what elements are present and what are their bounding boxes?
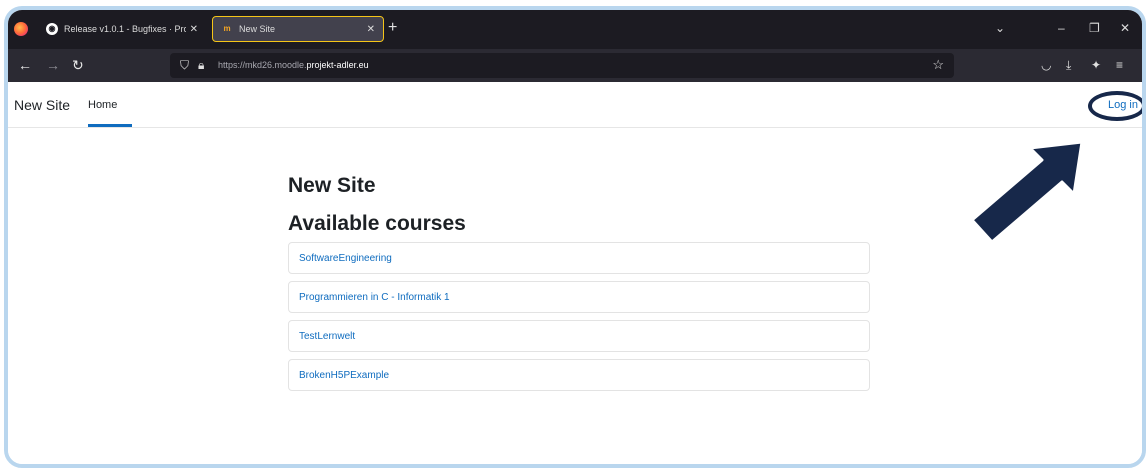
pocket-icon[interactable]: ◡ [1041, 57, 1051, 73]
screenshot-frame: ◉ Release v1.0.1 - Bugfixes · Projekt ✕ … [4, 6, 1146, 468]
new-tab-plus-icon[interactable]: + [388, 19, 397, 37]
firefox-logo-icon [14, 22, 28, 36]
url-host: projekt-adler.eu [306, 60, 369, 70]
highlight-circle [1088, 91, 1142, 121]
course-link[interactable]: TestLernwelt [299, 331, 355, 342]
page-title: New Site [288, 174, 376, 197]
nav-home[interactable]: Home [88, 99, 117, 111]
reload-icon[interactable]: ↻ [72, 57, 84, 73]
window-close-icon[interactable]: ✕ [1120, 20, 1130, 36]
close-icon[interactable]: ✕ [190, 24, 198, 35]
main-content: New Site Available courses SoftwareEngin… [288, 174, 870, 398]
tab-github-release[interactable]: ◉ Release v1.0.1 - Bugfixes · Projekt ✕ [38, 16, 206, 42]
url-bar[interactable]: ⛉ 🔒︎ https://mkd26.moodle.projekt-adler.… [170, 53, 954, 78]
course-item[interactable]: Programmieren in C - Informatik 1 [288, 281, 870, 313]
tab-label: New Site [239, 24, 276, 34]
active-nav-indicator [88, 124, 132, 127]
tab-label: Release v1.0.1 - Bugfixes · Projekt [64, 24, 186, 34]
site-header: New Site Home Log in [8, 82, 1142, 128]
course-list: SoftwareEngineering Programmieren in C -… [288, 242, 870, 391]
course-item[interactable]: BrokenH5PExample [288, 359, 870, 391]
url-prefix: https://mkd26.moodle. [218, 60, 307, 70]
extensions-icon[interactable]: ✦ [1091, 57, 1101, 73]
shield-icon[interactable]: ⛉ [180, 57, 189, 73]
restore-icon[interactable]: ❐ [1089, 20, 1100, 36]
lock-icon[interactable]: 🔒︎ [198, 57, 204, 73]
course-link[interactable]: BrokenH5PExample [299, 370, 389, 381]
course-item[interactable]: TestLernwelt [288, 320, 870, 352]
menu-icon[interactable]: ≡ [1116, 57, 1123, 73]
minimize-icon[interactable]: – [1058, 20, 1065, 36]
moodle-icon: m [223, 24, 231, 33]
bookmark-star-icon[interactable]: ☆ [932, 57, 944, 73]
forward-arrow-icon[interactable]: → [46, 57, 60, 73]
github-icon: ◉ [46, 23, 58, 35]
annotation-arrow-icon [970, 140, 1084, 244]
close-icon[interactable]: ✕ [367, 24, 375, 35]
course-item[interactable]: SoftwareEngineering [288, 242, 870, 274]
back-arrow-icon[interactable]: ← [18, 57, 32, 73]
tab-new-site[interactable]: m New Site ✕ [212, 16, 384, 42]
url-text: https://mkd26.moodle.projekt-adler.eu [218, 60, 369, 70]
course-link[interactable]: Programmieren in C - Informatik 1 [299, 292, 450, 303]
available-courses-heading: Available courses [288, 212, 466, 235]
download-icon[interactable]: ⤓ [1066, 57, 1071, 73]
course-link[interactable]: SoftwareEngineering [299, 253, 392, 264]
chevron-down-icon[interactable]: ⌄ [995, 20, 1005, 36]
browser-nav-bar: ← → ↻ ⛉ 🔒︎ https://mkd26.moodle.projekt-… [8, 49, 1142, 82]
site-brand[interactable]: New Site [14, 97, 70, 113]
moodle-page: New Site Home Log in New Site Available … [8, 82, 1142, 464]
browser-tab-strip: ◉ Release v1.0.1 - Bugfixes · Projekt ✕ … [8, 10, 1142, 49]
